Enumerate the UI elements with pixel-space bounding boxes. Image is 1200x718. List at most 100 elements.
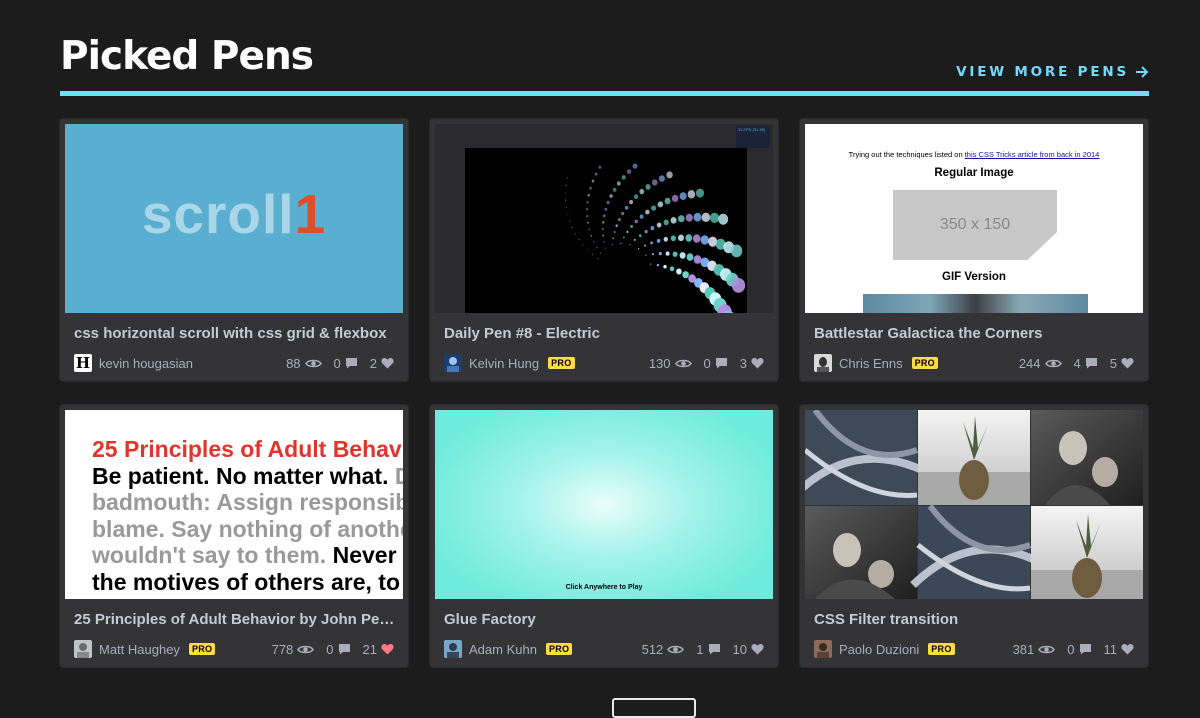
comments-count[interactable]: 0 bbox=[1067, 642, 1091, 657]
avatar[interactable] bbox=[74, 640, 92, 658]
particle bbox=[651, 252, 655, 256]
particle bbox=[650, 263, 652, 265]
particle bbox=[623, 236, 625, 239]
pen-preview[interactable]: scroll1 bbox=[65, 124, 403, 313]
likes-count[interactable]: 21 bbox=[363, 642, 394, 657]
pen-title[interactable]: CSS Filter transition bbox=[814, 611, 1138, 628]
avatar[interactable] bbox=[814, 640, 832, 658]
particle bbox=[620, 242, 622, 245]
particle bbox=[593, 241, 595, 243]
pen-preview[interactable] bbox=[805, 410, 1143, 599]
poem-line: 25 Principles of Adult Behavior bbox=[92, 436, 403, 462]
particle bbox=[578, 238, 580, 241]
views-count: 778 bbox=[272, 642, 315, 657]
author-name[interactable]: Paolo Duzioni bbox=[839, 642, 919, 657]
comment-icon bbox=[345, 358, 357, 369]
pen-preview[interactable]: 25 Principles of Adult Behavior Be patie… bbox=[65, 410, 403, 599]
pen-card[interactable]: Trying out the techniques listed on this… bbox=[800, 119, 1148, 381]
particle bbox=[638, 234, 642, 237]
particle bbox=[639, 188, 645, 195]
particle bbox=[676, 268, 682, 275]
pen-title[interactable]: Battlestar Galactica the Corners bbox=[814, 325, 1138, 342]
particle bbox=[639, 214, 644, 219]
particle bbox=[594, 172, 598, 176]
author-name[interactable]: kevin hougasian bbox=[99, 356, 193, 371]
pen-title[interactable]: 25 Principles of Adult Behavior by John … bbox=[74, 611, 398, 628]
poem-line: Be patient. No matter what. bbox=[92, 462, 395, 489]
particle bbox=[612, 237, 614, 240]
particle bbox=[569, 220, 571, 222]
author-name[interactable]: Kelvin Hung bbox=[469, 356, 539, 371]
pen-preview[interactable]: 31 FPS (31-59) bbox=[435, 124, 773, 313]
poem-line: Don't bbox=[395, 463, 403, 489]
pen-preview[interactable]: Click Anywhere to Play bbox=[435, 410, 773, 599]
comments-count[interactable]: 0 bbox=[704, 356, 728, 371]
particle bbox=[587, 249, 589, 251]
eye-icon bbox=[667, 645, 685, 653]
particle bbox=[650, 226, 655, 231]
header-divider bbox=[60, 91, 1149, 96]
likes-count[interactable]: 5 bbox=[1110, 356, 1134, 371]
likes-count[interactable]: 2 bbox=[370, 356, 394, 371]
pro-badge: PRO bbox=[911, 357, 938, 369]
pen-card[interactable]: Click Anywhere to Play Glue Factory Adam… bbox=[430, 405, 778, 667]
author-name[interactable]: Chris Enns bbox=[839, 356, 903, 371]
avatar[interactable] bbox=[814, 354, 832, 372]
particle bbox=[651, 205, 657, 211]
particle bbox=[601, 227, 604, 231]
particle bbox=[571, 226, 573, 229]
load-more-button[interactable] bbox=[612, 698, 696, 718]
particle bbox=[682, 271, 689, 279]
particle bbox=[565, 184, 567, 187]
particle bbox=[613, 230, 616, 234]
avatar[interactable] bbox=[444, 640, 462, 658]
particle bbox=[644, 229, 648, 234]
pen-title[interactable]: Daily Pen #8 - Electric bbox=[444, 325, 768, 342]
particle bbox=[658, 175, 665, 182]
particle bbox=[663, 236, 668, 242]
particle bbox=[656, 238, 661, 243]
author-name[interactable]: Matt Haughey bbox=[99, 642, 180, 657]
particle bbox=[693, 255, 702, 264]
comments-count[interactable]: 1 bbox=[696, 642, 720, 657]
particle bbox=[618, 218, 621, 222]
particle bbox=[611, 244, 613, 246]
view-more-pens-link[interactable]: VIEW MORE PENS bbox=[956, 64, 1149, 80]
particle bbox=[657, 201, 664, 208]
pro-badge: PRO bbox=[548, 357, 575, 369]
heart-icon bbox=[381, 358, 394, 369]
play-caption[interactable]: Click Anywhere to Play bbox=[435, 584, 773, 591]
pen-title[interactable]: css horizontal scroll with css grid & fl… bbox=[74, 325, 398, 342]
heart-icon bbox=[381, 644, 394, 655]
likes-count[interactable]: 11 bbox=[1104, 642, 1135, 657]
particle bbox=[598, 165, 602, 169]
particle bbox=[669, 266, 675, 272]
likes-count[interactable]: 10 bbox=[733, 642, 764, 657]
particle bbox=[678, 215, 685, 223]
likes-count[interactable]: 3 bbox=[740, 356, 764, 371]
preview-heading-gif: GIF Version bbox=[942, 271, 1006, 283]
pen-title[interactable]: Glue Factory bbox=[444, 611, 768, 628]
pen-preview[interactable]: Trying out the techniques listed on this… bbox=[805, 124, 1143, 313]
pen-card[interactable]: 31 FPS (31-59) Daily Pen #8 - Electric K… bbox=[430, 119, 778, 381]
heart-icon bbox=[751, 644, 764, 655]
comments-count[interactable]: 0 bbox=[334, 356, 358, 371]
pen-card[interactable]: 25 Principles of Adult Behavior Be patie… bbox=[60, 405, 408, 667]
author-name[interactable]: Adam Kuhn bbox=[469, 642, 537, 657]
pen-card[interactable]: CSS Filter transition Paolo Duzioni PRO … bbox=[800, 405, 1148, 667]
particle bbox=[621, 175, 626, 180]
animation-canvas[interactable] bbox=[465, 148, 747, 313]
particle bbox=[630, 225, 633, 228]
particle bbox=[590, 234, 593, 237]
poem-line: Never assume bbox=[332, 542, 403, 569]
comments-count[interactable]: 4 bbox=[1074, 356, 1098, 371]
particle bbox=[587, 221, 589, 224]
particle bbox=[621, 211, 625, 216]
css-tricks-link[interactable]: this CSS Tricks article from back in 201… bbox=[965, 150, 1100, 159]
comments-count[interactable]: 0 bbox=[326, 642, 350, 657]
particle bbox=[566, 177, 568, 179]
avatar[interactable]: H bbox=[74, 354, 92, 372]
avatar[interactable] bbox=[444, 354, 462, 372]
particle bbox=[615, 224, 618, 227]
pen-card[interactable]: scroll1 css horizontal scroll with css g… bbox=[60, 119, 408, 381]
